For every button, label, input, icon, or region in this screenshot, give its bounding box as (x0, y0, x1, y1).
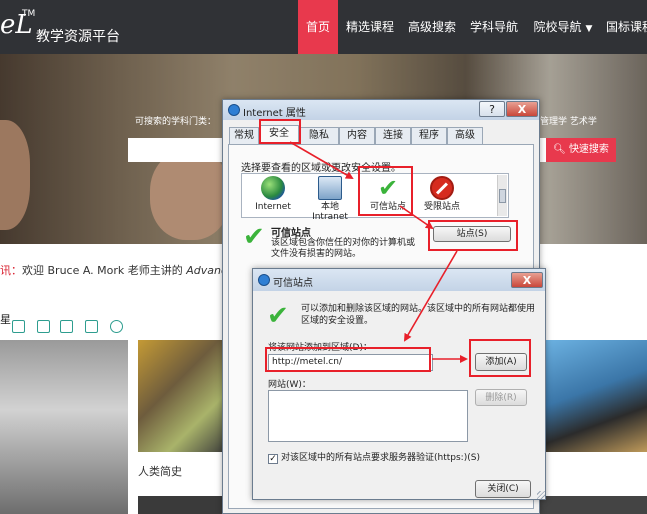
nav-label: 院校导航 (533, 20, 582, 34)
no-entry-icon (430, 176, 454, 200)
internet-explorer-icon (258, 274, 270, 286)
announcement-prefix: 讯： (0, 264, 22, 277)
quick-search-button[interactable]: 🔍︎ 快速搜索 (546, 138, 616, 162)
tab-privacy[interactable]: 隐私 (299, 127, 339, 144)
course-thumbnail[interactable] (138, 340, 228, 452)
zone-local-intranet[interactable]: 本地 Intranet (302, 174, 358, 222)
tab-advanced[interactable]: 高级 (447, 127, 483, 144)
course-title[interactable]: 人类简史 (138, 463, 182, 479)
nav-subject-guide[interactable]: 学科导航 (466, 0, 522, 54)
nav-advanced-search[interactable]: 高级搜索 (404, 0, 460, 54)
annotation-box-trusted-zone (358, 166, 413, 216)
internet-explorer-icon (228, 104, 240, 116)
annotation-box-sites-button (428, 220, 518, 251)
help-button[interactable]: ? (479, 101, 505, 117)
zone-heading: 可信站点 (271, 228, 311, 239)
expand-icon[interactable] (37, 320, 50, 333)
trusted-sites-dialog: 可信站点 X ✔ 可以添加和删除该区域的网站。该区域中的所有网站都使用区域的安全… (252, 268, 546, 500)
nav-school-guide[interactable]: 院校导航 ▼ (530, 0, 596, 54)
tab-content[interactable]: 内容 (339, 127, 375, 144)
nav-label: 高级搜索 (407, 20, 456, 34)
globe-icon (261, 176, 285, 200)
tab-general[interactable]: 常规 (229, 127, 259, 144)
zone-internet[interactable]: Internet (245, 174, 301, 218)
course-thumbnail[interactable] (540, 496, 647, 514)
https-verification-row[interactable]: ✓ 对该区域中的所有站点要求服务器验证(https:)(S) (268, 450, 480, 464)
tab-programs[interactable]: 程序 (411, 127, 447, 144)
trademark-mark: TM (22, 9, 36, 19)
share-icon[interactable] (85, 320, 98, 333)
book-icon[interactable] (12, 320, 25, 333)
zone-label: 本地 Intranet (312, 202, 348, 222)
section-fragment: 星 (0, 313, 11, 326)
zone-description: 该区域包含你信任的对你的计算机或文件没有损害的网站。 (271, 238, 416, 259)
zone-scrollbar[interactable] (497, 175, 507, 216)
announcement-text: 欢迎 Bruce A. Mork 老师主讲的 (22, 264, 187, 277)
site-header: eL TM 教学资源平台 首页 精选课程 高级搜索 学科导航 院校导航 ▼ 国标课… (0, 0, 647, 54)
close-dialog-button[interactable]: 关闭(C) (475, 480, 531, 498)
https-checkbox-label: 对该区域中的所有站点要求服务器验证(https:)(S) (281, 453, 480, 463)
dialog-title: Internet 属性 (243, 108, 306, 119)
dialog-titlebar[interactable]: Internet 属性 ? X (223, 100, 539, 120)
nav-home[interactable]: 首页 (298, 0, 338, 54)
course-thumbnail[interactable] (138, 496, 228, 514)
hero-subject-label: 可搜索的学科门类： (135, 117, 217, 127)
computer-icon (318, 176, 342, 200)
dialog-titlebar[interactable]: 可信站点 X (253, 269, 545, 291)
nav-national-courses[interactable]: 国标课程 (606, 0, 647, 54)
dialog-intro: 可以添加和删除该区域的网站。该区域中的所有网站都使用区域的安全设置。 (301, 304, 536, 326)
websites-label: 网站(W)： (268, 380, 311, 390)
nav-label: 首页 (305, 20, 330, 34)
resize-grip[interactable] (537, 491, 545, 499)
https-checkbox[interactable]: ✓ (268, 454, 278, 464)
annotation-box-security-tab (259, 119, 301, 144)
annotation-box-url-input (265, 347, 431, 372)
close-button[interactable]: X (506, 101, 538, 117)
site-subtitle: 教学资源平台 (36, 29, 120, 45)
chevron-down-icon: ▼ (585, 24, 593, 34)
search-icon: 🔍︎ (553, 144, 569, 155)
zone-label: 受限站点 (423, 202, 460, 212)
dialog-title: 可信站点 (273, 278, 313, 289)
monitor-icon[interactable] (60, 320, 73, 333)
checkmark-icon: ✔ (267, 301, 289, 331)
checkmark-icon: ✔ (243, 222, 265, 252)
hero-subject-links[interactable]: 管理学 艺术学 (540, 114, 597, 127)
gear-icon[interactable] (110, 320, 123, 333)
annotation-box-add-button (469, 339, 531, 377)
websites-list[interactable] (268, 390, 468, 442)
search-button-label: 快速搜索 (568, 144, 609, 155)
remove-button[interactable]: 删除(R) (475, 389, 527, 406)
course-thumbnail[interactable] (0, 340, 128, 514)
nav-label: 精选课程 (345, 20, 394, 34)
nav-label: 国标课程 (606, 20, 647, 34)
zone-label: Internet (255, 202, 291, 212)
nav-featured-courses[interactable]: 精选课程 (342, 0, 398, 54)
close-button[interactable]: X (511, 272, 543, 288)
nav-label: 学科导航 (469, 20, 518, 34)
scrollbar-thumb[interactable] (499, 189, 506, 203)
zone-restricted-sites[interactable]: 受限站点 (414, 174, 470, 218)
tab-connections[interactable]: 连接 (375, 127, 411, 144)
course-thumbnail[interactable] (540, 340, 647, 452)
announcement-bar: 讯：欢迎 Bruce A. Mork 老师主讲的 Advanced (0, 262, 241, 278)
